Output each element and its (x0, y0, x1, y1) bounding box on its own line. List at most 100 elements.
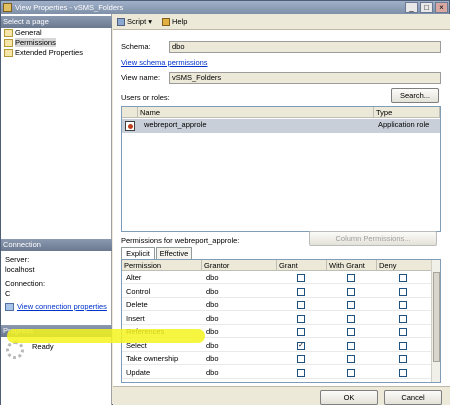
grantor-cell: dbo (206, 300, 219, 309)
help-icon (162, 18, 170, 26)
chevron-down-icon: ▾ (148, 17, 153, 26)
permissions-grid: Permission Grantor Grant With Grant Deny… (121, 259, 441, 383)
permission-cell: Update (126, 367, 151, 377)
view-properties-window: View Properties - vSMS_Folders _ □ × Sel… (0, 0, 450, 405)
permission-cell: Take ownership (126, 354, 179, 363)
deny-checkbox[interactable] (399, 355, 407, 363)
page-label: Extended Properties (15, 48, 83, 57)
right-panel: Script ▾ Help Schema: dbo View schema pe… (113, 14, 450, 405)
connection-value: C (5, 289, 11, 298)
permission-cell: Insert (126, 313, 145, 323)
grantor-cell: dbo (206, 273, 219, 282)
deny-checkbox[interactable] (399, 314, 407, 323)
grant-checkbox[interactable] (297, 328, 305, 336)
grantor-cell: dbo (206, 340, 219, 350)
maximize-button[interactable]: □ (420, 2, 433, 13)
deny-checkbox[interactable] (399, 368, 407, 377)
connection-header: Connection (1, 239, 112, 251)
permissions-scrollbar[interactable] (431, 260, 440, 382)
perm-header-deny[interactable]: Deny (377, 260, 432, 271)
dialog-buttons: OK Cancel (113, 386, 450, 405)
users-grid: Name Type webreport_approle Application … (121, 106, 441, 232)
grant-checkbox[interactable] (297, 274, 305, 282)
grantor-cell: dbo (206, 367, 219, 377)
permission-cell: Alter (126, 273, 142, 282)
deny-checkbox[interactable] (399, 287, 407, 296)
schema-field: dbo (169, 41, 441, 53)
close-button[interactable]: × (435, 2, 448, 13)
perm-header-permission[interactable]: Permission (122, 260, 202, 271)
application-role-icon (125, 121, 135, 131)
table-row[interactable]: Alter dbo (122, 272, 432, 285)
view-connection-properties-link[interactable]: View connection properties (5, 302, 107, 312)
with-grant-checkbox[interactable] (347, 328, 355, 336)
deny-checkbox[interactable] (399, 328, 407, 336)
cancel-button[interactable]: Cancel (384, 390, 442, 405)
help-button[interactable]: Help (162, 16, 187, 28)
with-grant-checkbox[interactable] (347, 301, 355, 309)
table-row[interactable]: Update dbo (122, 367, 432, 379)
page-icon (4, 39, 13, 47)
grantor-cell: dbo (206, 286, 219, 296)
grantor-cell: dbo (206, 354, 219, 363)
minimize-button[interactable]: _ (405, 2, 418, 13)
connection-label: Connection: (5, 279, 46, 288)
tab-effective[interactable]: Effective (156, 247, 192, 259)
users-grid-icon-header (122, 107, 138, 118)
user-type-cell: Application role (378, 120, 430, 129)
view-name-label: View name: (121, 73, 161, 82)
table-row[interactable]: Insert dbo (122, 313, 432, 325)
page-item-extended-properties[interactable]: Extended Properties (3, 48, 83, 58)
deny-checkbox[interactable] (399, 301, 407, 309)
with-grant-checkbox[interactable] (347, 314, 355, 323)
permissions-scrollbar-thumb[interactable] (433, 272, 440, 362)
grant-checkbox[interactable] (297, 287, 305, 296)
left-panel: Select a page General Permissions Extend… (1, 14, 112, 405)
permission-cell: Delete (126, 300, 148, 309)
server-value: localhost (5, 265, 35, 274)
script-icon (117, 18, 125, 26)
grant-checkbox[interactable] (297, 301, 305, 309)
page-label: Permissions (15, 38, 56, 47)
table-row[interactable]: Control dbo (122, 286, 432, 298)
search-button[interactable]: Search... (391, 88, 439, 103)
view-connection-properties-text: View connection properties (17, 302, 107, 311)
page-item-permissions[interactable]: Permissions (3, 38, 56, 48)
perm-header-grant[interactable]: Grant (277, 260, 327, 271)
with-grant-checkbox[interactable] (347, 274, 355, 282)
view-schema-permissions-link[interactable]: View schema permissions (121, 58, 208, 68)
schema-label: Schema: (121, 42, 151, 51)
grant-checkbox[interactable] (297, 314, 305, 323)
grantor-cell: dbo (206, 313, 219, 323)
deny-checkbox[interactable] (399, 274, 407, 282)
progress-spinner-icon (6, 341, 24, 359)
script-button[interactable]: Script ▾ (117, 16, 152, 28)
users-or-roles-label: Users or roles: (121, 93, 170, 102)
permissions-for-label: Permissions for webreport_approle: (121, 236, 240, 245)
users-grid-name-header[interactable]: Name (138, 107, 374, 118)
with-grant-checkbox[interactable] (347, 355, 355, 363)
server-label: Server: (5, 255, 30, 264)
table-row[interactable]: Delete dbo (122, 299, 432, 312)
page-item-general[interactable]: General (3, 28, 42, 38)
help-label: Help (172, 17, 188, 26)
perm-header-grantor[interactable]: Grantor (202, 260, 277, 271)
table-row[interactable]: webreport_approle Application role (122, 119, 440, 133)
table-row[interactable]: Take ownership dbo (122, 353, 432, 366)
perm-header-with-grant[interactable]: With Grant (327, 260, 377, 271)
with-grant-checkbox[interactable] (347, 368, 355, 377)
connection-properties-icon (5, 303, 14, 311)
with-grant-checkbox[interactable] (347, 287, 355, 296)
grant-checkbox[interactable]: ✓ (297, 341, 305, 350)
with-grant-checkbox[interactable] (347, 341, 355, 350)
column-permissions-button[interactable]: Column Permissions... (309, 231, 437, 246)
grant-checkbox[interactable] (297, 368, 305, 377)
deny-checkbox[interactable] (399, 341, 407, 350)
window-title: View Properties - vSMS_Folders (15, 3, 124, 12)
page-icon (4, 29, 13, 37)
users-grid-type-header[interactable]: Type (374, 107, 440, 118)
grant-checkbox[interactable] (297, 355, 305, 363)
ok-button[interactable]: OK (320, 390, 378, 405)
select-row-highlight (7, 329, 205, 343)
permission-cell: Control (126, 286, 151, 296)
